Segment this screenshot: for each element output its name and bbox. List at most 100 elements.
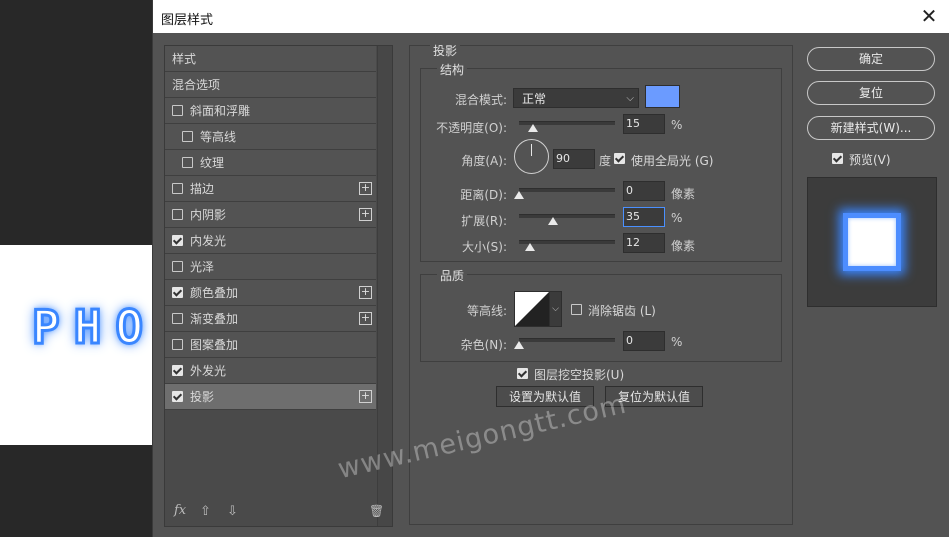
style-preview <box>807 177 937 307</box>
move-down-icon[interactable]: ⇩ <box>227 504 238 519</box>
style-item-checkbox[interactable] <box>182 157 193 168</box>
distance-label: 距离(D): <box>460 188 507 202</box>
noise-label: 杂色(N): <box>460 338 507 352</box>
drop-shadow-title: 投影 <box>430 42 461 59</box>
blend-mode-select[interactable]: 正常 ⌵ <box>513 88 639 108</box>
noise-unit: % <box>671 335 683 349</box>
style-item[interactable]: 斜面和浮雕 <box>165 98 376 124</box>
noise-slider-thumb[interactable] <box>514 341 524 349</box>
spread-label: 扩展(R): <box>461 214 507 228</box>
add-effect-icon[interactable]: + <box>359 182 372 195</box>
trash-icon[interactable]: 🗑 <box>369 504 384 518</box>
style-item-checkbox[interactable] <box>172 235 183 246</box>
angle-unit: 度 <box>599 154 612 168</box>
style-item-checkbox[interactable] <box>172 105 183 116</box>
blend-options-label: 混合选项 <box>172 78 221 92</box>
style-item[interactable]: 投影 + <box>165 384 376 410</box>
quality-group: 品质 等高线: ⌵ 消除锯齿 (L) 杂色(N): 0 % <box>420 267 782 362</box>
add-effect-icon[interactable]: + <box>359 312 372 325</box>
style-item-checkbox[interactable] <box>172 261 183 272</box>
new-style-button[interactable]: 新建样式(W)... <box>807 116 935 140</box>
style-item[interactable]: 描边 + <box>165 176 376 202</box>
blend-mode-label: 混合模式: <box>454 93 507 107</box>
style-item-label: 颜色叠加 <box>190 286 239 300</box>
fx-button[interactable]: fx <box>174 503 186 518</box>
style-item[interactable]: 内阴影 + <box>165 202 376 228</box>
preview-checkbox[interactable] <box>832 153 843 164</box>
style-item-label: 投影 <box>190 390 215 404</box>
move-up-icon[interactable]: ⇧ <box>200 504 211 519</box>
distance-slider[interactable] <box>519 188 615 192</box>
knockout-checkbox[interactable] <box>517 368 528 379</box>
spread-input[interactable]: 35 <box>623 207 665 227</box>
structure-group: 结构 混合模式: 正常 ⌵ 不透明度(O): 15 % 角度(A): 90 度 … <box>420 61 782 262</box>
structure-title: 结构 <box>437 61 468 78</box>
add-effect-icon[interactable]: + <box>359 286 372 299</box>
angle-input[interactable]: 90 <box>553 149 595 169</box>
style-item[interactable]: 渐变叠加 + <box>165 306 376 332</box>
distance-input[interactable]: 0 <box>623 181 665 201</box>
style-item[interactable]: 纹理 <box>165 150 376 176</box>
spread-slider-thumb[interactable] <box>548 217 558 225</box>
contour-label: 等高线: <box>466 304 507 318</box>
style-item-label: 等高线 <box>200 130 237 144</box>
style-item-checkbox[interactable] <box>172 183 183 194</box>
styles-toolbar: fx ⇧ ⇩ 🗑 <box>165 498 392 526</box>
style-item-label: 外发光 <box>190 364 227 378</box>
style-item-checkbox[interactable] <box>172 339 183 350</box>
ok-button[interactable]: 确定 <box>807 47 935 71</box>
distance-slider-thumb[interactable] <box>514 191 524 199</box>
style-item[interactable]: 图案叠加 <box>165 332 376 358</box>
style-item-label: 光泽 <box>190 260 215 274</box>
opacity-input[interactable]: 15 <box>623 114 665 134</box>
styles-list: 样式 混合选项 斜面和浮雕 等高线 纹理 描边 + 内阴影 + 内发光 光泽 颜色叠加 + 渐变叠加 +… <box>165 46 376 410</box>
opacity-slider-thumb[interactable] <box>528 124 538 132</box>
distance-unit: 像素 <box>671 187 696 201</box>
close-icon[interactable]: ✕ <box>918 5 940 27</box>
style-item-checkbox[interactable] <box>172 391 183 402</box>
style-item[interactable]: 光泽 <box>165 254 376 280</box>
preview-label: 预览(V) <box>849 153 891 167</box>
dialog-title: 图层样式 <box>161 13 214 28</box>
angle-label: 角度(A): <box>461 154 507 168</box>
style-item-label: 描边 <box>190 182 215 196</box>
style-item-checkbox[interactable] <box>172 313 183 324</box>
knockout-label: 图层挖空投影(U) <box>534 368 625 382</box>
styles-header[interactable]: 样式 <box>165 46 376 72</box>
style-item-checkbox[interactable] <box>172 365 183 376</box>
style-item-label: 图案叠加 <box>190 338 239 352</box>
contour-dropdown-icon[interactable]: ⌵ <box>549 291 562 327</box>
preview-thumbnail <box>843 213 901 271</box>
anti-alias-checkbox[interactable] <box>571 304 582 315</box>
spread-unit: % <box>671 211 683 225</box>
noise-slider[interactable] <box>519 338 615 342</box>
style-item-checkbox[interactable] <box>172 209 183 220</box>
size-slider-thumb[interactable] <box>525 243 535 251</box>
layer-style-dialog: 图层样式 ✕ 样式 混合选项 斜面和浮雕 等高线 纹理 描边 + 内阴影 + 内发光 光泽 颜色叠… <box>152 0 949 537</box>
shadow-color-swatch[interactable] <box>645 85 680 108</box>
style-item[interactable]: 等高线 <box>165 124 376 150</box>
chevron-down-icon: ⌵ <box>626 93 634 104</box>
style-item-checkbox[interactable] <box>172 287 183 298</box>
spread-slider[interactable] <box>519 214 615 218</box>
style-item-label: 内发光 <box>190 234 227 248</box>
style-item[interactable]: 外发光 <box>165 358 376 384</box>
add-effect-icon[interactable]: + <box>359 390 372 403</box>
global-light-checkbox[interactable] <box>614 153 625 164</box>
size-input[interactable]: 12 <box>623 233 665 253</box>
reset-button[interactable]: 复位 <box>807 81 935 105</box>
contour-picker[interactable] <box>514 291 550 327</box>
noise-input[interactable]: 0 <box>623 331 665 351</box>
global-light-label: 使用全局光 (G) <box>631 154 714 168</box>
blend-options-item[interactable]: 混合选项 <box>165 72 376 98</box>
style-item-label: 斜面和浮雕 <box>190 104 251 118</box>
quality-title: 品质 <box>437 267 468 284</box>
angle-dial[interactable] <box>514 139 549 174</box>
add-effect-icon[interactable]: + <box>359 208 372 221</box>
style-item-checkbox[interactable] <box>182 131 193 142</box>
angle-dial-needle <box>531 144 532 156</box>
style-item-label: 渐变叠加 <box>190 312 239 326</box>
size-label: 大小(S): <box>461 240 507 254</box>
style-item[interactable]: 颜色叠加 + <box>165 280 376 306</box>
style-item[interactable]: 内发光 <box>165 228 376 254</box>
